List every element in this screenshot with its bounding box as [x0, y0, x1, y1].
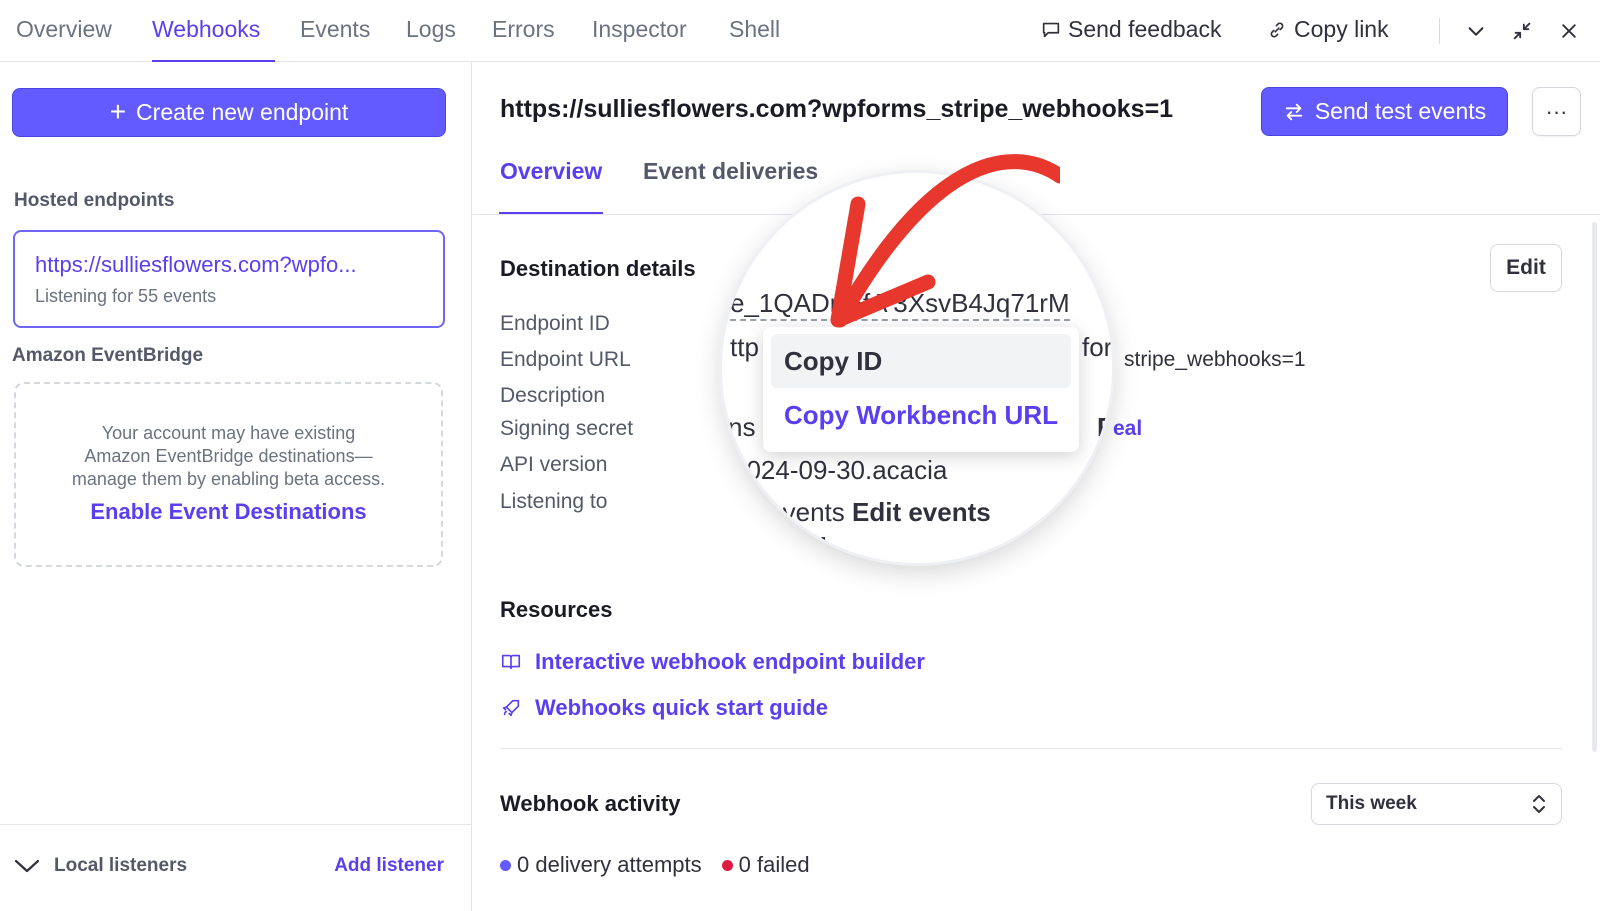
webhook-builder-label: Interactive webhook endpoint builder [535, 649, 925, 674]
listening-to-label: Listening to [500, 490, 608, 513]
endpoint-url-value: stripe_webhooks=1 [1124, 348, 1306, 371]
swap-arrows-icon [1285, 103, 1303, 120]
endpoint-card-subtitle: Listening for 55 events [35, 286, 217, 306]
copy-link-label: Copy link [1294, 16, 1389, 42]
endpoint-card[interactable]: https://sulliesflowers.com?wpfo... Liste… [13, 230, 445, 328]
hosted-endpoints-heading: Hosted endpoints [14, 190, 175, 211]
toolbar-divider [1439, 18, 1440, 44]
book-icon [501, 654, 521, 670]
local-listeners-label: Local listeners [54, 855, 188, 876]
tab-logs[interactable]: Logs [406, 16, 456, 43]
resources-heading: Resources [500, 597, 613, 622]
copy-workbench-url-menu-item[interactable]: Copy Workbench URL [771, 388, 1071, 442]
close-icon[interactable] [1556, 18, 1582, 44]
top-navigation: Overview Webhooks Events Logs Errors Ins… [0, 0, 1600, 62]
minimize-icon[interactable] [1509, 18, 1535, 44]
quick-start-guide-label: Webhooks quick start guide [535, 695, 828, 720]
period-select-value: This week [1326, 793, 1417, 814]
period-select[interactable]: This week [1311, 783, 1562, 825]
signing-secret-fragment: ns [728, 412, 756, 442]
copy-link-button[interactable]: Copy link [1266, 16, 1389, 43]
eventbridge-message-2: Amazon EventBridge destinations— [84, 446, 373, 466]
local-listeners-toggle[interactable]: Local listeners [14, 855, 187, 877]
endpoint-id-label: Endpoint ID [500, 312, 610, 335]
magnifier-callout: e_1QADr EfA 3XsvB4Jq71rM ttp forn ns Rev… [722, 173, 1112, 563]
enable-event-destinations-link[interactable]: Enable Event Destinations [16, 499, 441, 525]
endpoint-url-fragment-right: forn [1082, 332, 1112, 362]
endpoint-id-value[interactable]: e_1QADr EfA 3XsvB4Jq71rM [730, 288, 1070, 321]
link-icon [1270, 22, 1284, 37]
listening-count: 55 events [732, 497, 845, 527]
send-test-events-label: Send test events [1314, 98, 1487, 124]
page-title: https://sulliesflowers.com?wpforms_strip… [500, 95, 1174, 123]
tab-inspector[interactable]: Inspector [592, 16, 687, 43]
edit-button[interactable]: Edit [1490, 244, 1562, 292]
create-endpoint-button[interactable]: + Create new endpoint [12, 88, 446, 137]
local-listeners-footer: Local listeners Add listener [0, 824, 471, 911]
edit-events-link[interactable]: Edit events [852, 497, 991, 528]
webhook-activity-heading: Webhook activity [500, 791, 681, 816]
chevron-down-icon [14, 859, 40, 873]
eventbridge-empty-state: Your account may have existing Amazon Ev… [14, 382, 443, 567]
add-listener-link[interactable]: Add listener [334, 855, 444, 877]
success-dot-icon [500, 859, 511, 871]
failed-dot-icon [721, 859, 733, 871]
more-options-button[interactable]: ··· [1532, 87, 1581, 136]
magnifier-content: e_1QADr EfA 3XsvB4Jq71rM ttp forn ns Rev… [722, 173, 1112, 563]
view-all-link[interactable]: View all [732, 532, 827, 563]
reveal-fragment[interactable]: Reveal [1097, 412, 1112, 443]
signing-secret-label: Signing secret [500, 417, 634, 440]
eventbridge-heading: Amazon EventBridge [12, 345, 204, 366]
create-endpoint-label: Create new endpoint [136, 99, 349, 125]
api-version-label: API version [500, 453, 608, 476]
destination-details-heading: Destination details [500, 256, 696, 281]
sidebar: + Create new endpoint Hosted endpoints h… [0, 62, 472, 911]
send-feedback-label: Send feedback [1068, 16, 1222, 42]
quick-start-guide-link[interactable]: Webhooks quick start guide [500, 695, 828, 721]
tab-shell[interactable]: Shell [729, 16, 780, 43]
subtab-overview[interactable]: Overview [500, 158, 602, 185]
section-divider [500, 748, 1562, 749]
delivery-attempts: 0 delivery attempts [517, 852, 702, 877]
description-label: Description [500, 384, 606, 407]
rocket-icon [502, 699, 520, 717]
chat-bubble-icon [1042, 22, 1060, 37]
activity-stats: 0 delivery attempts 0 failed [500, 852, 810, 878]
tab-errors[interactable]: Errors [492, 16, 555, 43]
scrollbar[interactable] [1592, 222, 1597, 752]
sort-arrows-icon [1533, 795, 1545, 813]
reveal-secret-link[interactable]: eal [1113, 417, 1142, 441]
endpoint-url-fragment-left: ttp [730, 332, 759, 362]
tab-events[interactable]: Events [300, 16, 370, 43]
ellipsis-icon: ··· [1545, 98, 1568, 124]
tab-overview[interactable]: Overview [16, 16, 112, 43]
endpoint-url-label: Endpoint URL [500, 348, 631, 371]
api-version-value: 2024-09-30.acacia [732, 455, 948, 485]
plus-icon: + [109, 95, 127, 127]
copy-id-menu-item[interactable]: Copy ID [771, 334, 1071, 388]
send-test-events-button[interactable]: Send test events [1261, 87, 1508, 136]
endpoint-card-url: https://sulliesflowers.com?wpfo... [35, 252, 357, 277]
chevron-down-icon[interactable] [1463, 18, 1489, 44]
send-feedback-button[interactable]: Send feedback [1040, 16, 1221, 43]
eventbridge-message-1: Your account may have existing [101, 423, 356, 443]
webhook-builder-link[interactable]: Interactive webhook endpoint builder [500, 649, 925, 675]
eventbridge-message-3: manage them by enabling beta access. [71, 469, 386, 489]
copy-menu-popover: Copy ID Copy Workbench URL [763, 327, 1079, 452]
tab-webhooks[interactable]: Webhooks [152, 16, 260, 43]
failed-count: 0 failed [738, 852, 810, 877]
